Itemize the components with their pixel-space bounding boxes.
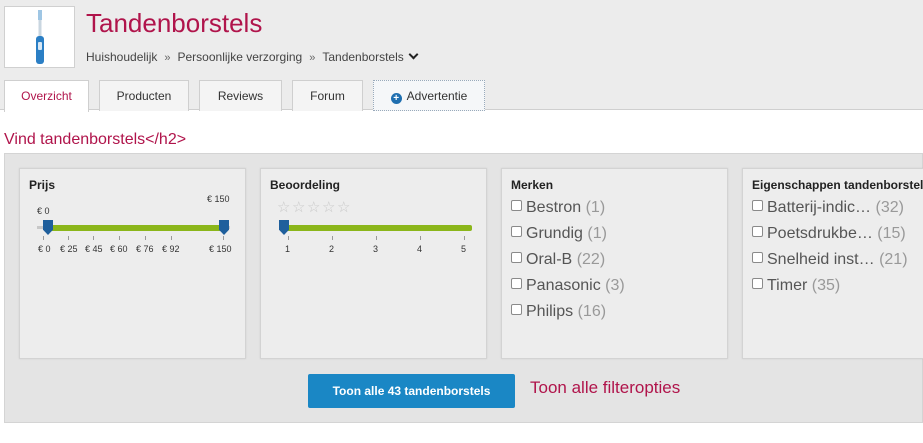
brands-filter-title: Merken [511,178,554,192]
star-icon: ☆ [277,199,291,216]
price-filter-title: Prijs [29,178,56,192]
price-tick [93,236,94,240]
checkbox[interactable] [511,304,522,315]
checkbox[interactable] [511,226,522,237]
price-tick [43,236,44,240]
toothbrush-icon [36,10,44,64]
price-max-label: € 150 [207,194,230,204]
brand-name: Oral-B [526,251,573,268]
tab-producten[interactable]: Producten [99,80,189,111]
product-thumbnail[interactable] [4,6,75,68]
rating-tick-label: 4 [417,244,423,254]
price-tick-label: € 76 [136,244,154,254]
brand-name: Panasonic [526,277,601,294]
rating-tick-label: 2 [329,244,335,254]
show-all-filters-link[interactable]: Toon alle filteropties [530,378,680,398]
brand-option-grundig[interactable]: Grundig (1) [511,225,607,243]
tab-advertentie[interactable]: + Advertentie [373,80,485,111]
tab-forum[interactable]: Forum [292,80,363,111]
rating-tick [332,236,333,240]
star-icon: ☆ [322,199,336,216]
checkbox[interactable] [752,226,763,237]
property-option-timer[interactable]: Timer (35) [752,277,840,295]
rating-tick [288,236,289,240]
rating-tick [464,236,465,240]
breadcrumb-separator: » [164,52,171,64]
checkbox[interactable] [752,278,763,289]
checkbox[interactable] [511,278,522,289]
star-icon: ☆ [337,199,351,216]
brand-count: (1) [587,225,607,242]
rating-filter-panel: Beoordeling [260,168,487,359]
property-name: Poetsdrukbe… [767,225,873,242]
brand-name: Grundig [526,225,583,242]
breadcrumb-item-toothbrushes[interactable]: Tandenborstels [322,50,403,64]
checkbox[interactable] [752,252,763,263]
price-tick-label: € 0 [38,244,51,254]
property-name: Timer [767,277,808,294]
property-option-pressure[interactable]: Poetsdrukbe… (15) [752,225,906,243]
tab-reviews[interactable]: Reviews [199,80,282,111]
property-count: (15) [877,225,906,242]
rating-tick-label: 5 [461,244,467,254]
rating-filter-title: Beoordeling [270,178,341,192]
checkbox[interactable] [511,252,522,263]
star-icon: ☆ [307,199,321,216]
brand-option-philips[interactable]: Philips (16) [511,303,606,321]
tab-advertentie-label: Advertentie [406,89,468,103]
brand-name: Bestron [526,199,582,216]
price-tick [145,236,146,240]
price-tick [119,236,120,240]
price-tick-label: € 45 [85,244,103,254]
breadcrumb-item-household[interactable]: Huishoudelijk [86,50,157,64]
price-min-label: € 0 [37,206,50,216]
checkbox[interactable] [752,200,763,211]
brand-option-oral-b[interactable]: Oral-B (22) [511,251,605,269]
property-option-battery[interactable]: Batterij-indic… (32) [752,199,904,217]
properties-filter-title: Eigenschappen tandenborstel [752,178,923,192]
section-heading: Vind tandenborstels</h2> [4,131,187,148]
brand-option-panasonic[interactable]: Panasonic (3) [511,277,625,295]
plus-circle-icon: + [390,93,402,104]
price-tick [223,236,224,240]
property-count: (35) [811,277,841,294]
rating-tick [420,236,421,240]
rating-slider-range[interactable] [284,225,472,231]
price-tick-label: € 150 [209,244,232,254]
price-tick [68,236,69,240]
brand-option-bestron[interactable]: Bestron (1) [511,199,605,217]
brand-count: (3) [605,277,625,294]
property-name: Batterij-indic… [767,199,872,216]
page-title: Tandenborstels [86,8,263,38]
price-tick-label: € 25 [60,244,78,254]
brand-count: (22) [576,251,606,268]
brand-name: Philips [526,303,574,320]
property-count: (21) [879,251,908,268]
rating-tick-label: 3 [373,244,379,254]
breadcrumb: Huishoudelijk » Persoonlijke verzorging » Ta… [86,49,419,64]
brand-count: (1) [585,199,606,216]
brand-count: (16) [577,303,607,320]
breadcrumb-item-personal-care[interactable]: Persoonlijke verzorging [178,50,303,64]
rating-tick [376,236,377,240]
property-name: Snelheid inst… [767,251,875,268]
chevron-down-icon[interactable] [408,49,419,60]
show-all-products-button[interactable]: Toon alle 43 tandenborstels [308,374,515,408]
property-option-speed[interactable]: Snelheid inst… (21) [752,251,908,269]
property-count: (32) [875,199,904,216]
price-tick [171,236,172,240]
breadcrumb-separator: » [309,52,316,64]
checkbox[interactable] [511,200,522,211]
star-icon: ☆ [292,199,306,216]
price-tick-label: € 60 [110,244,128,254]
tab-overzicht[interactable]: Overzicht [4,80,89,112]
price-tick-label: € 92 [162,244,180,254]
price-slider-range[interactable] [47,225,225,231]
rating-tick-label: 1 [285,244,291,254]
